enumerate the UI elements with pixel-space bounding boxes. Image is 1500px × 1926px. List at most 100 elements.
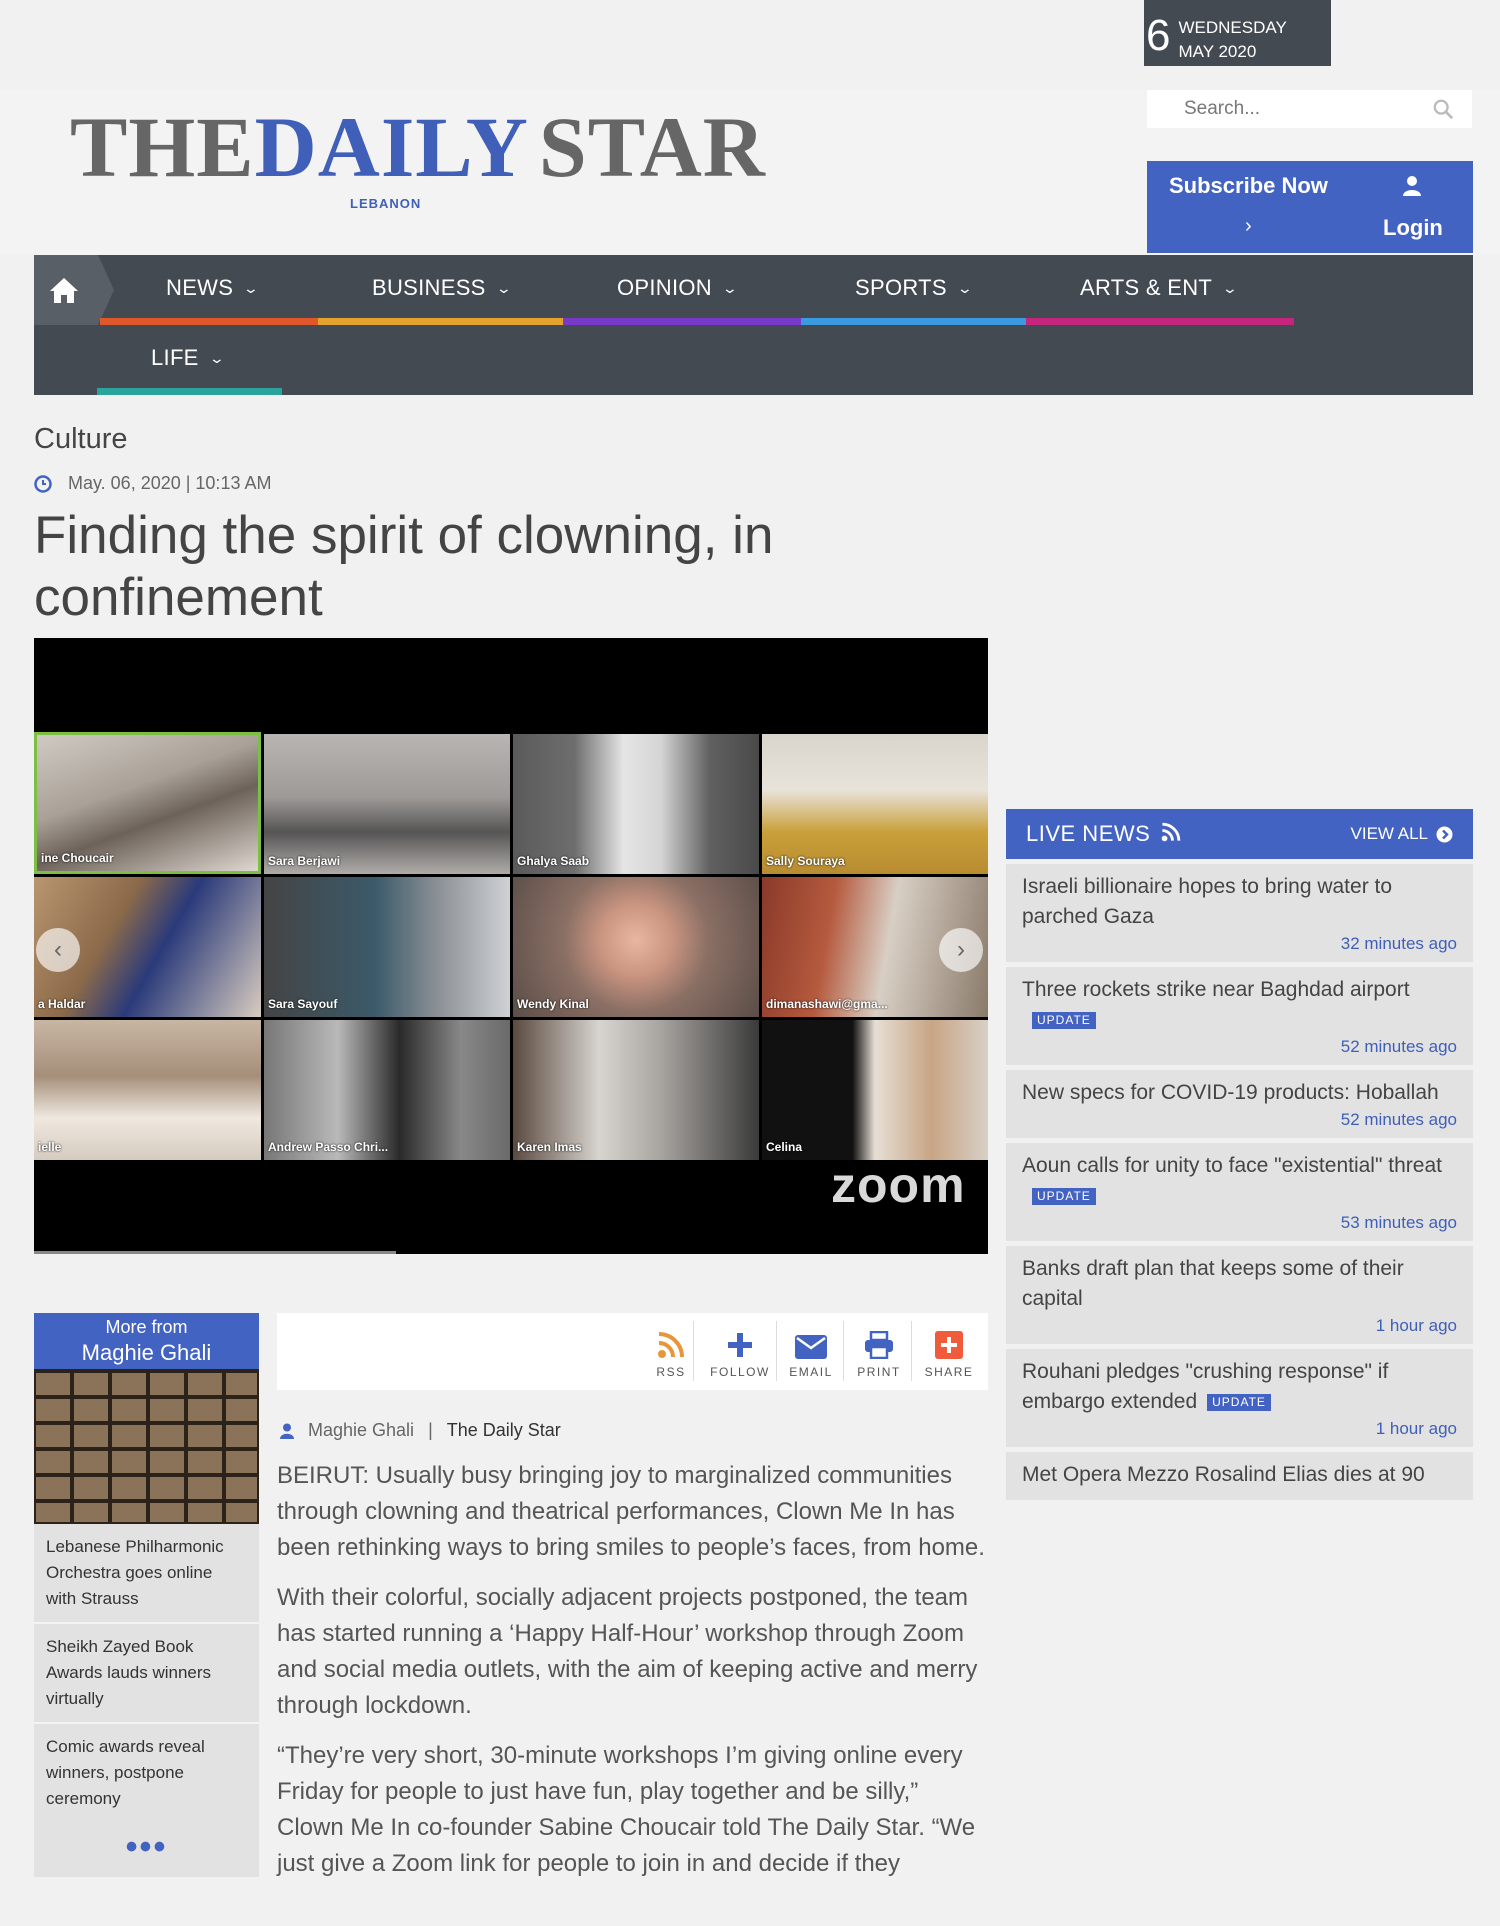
- photo-progress-bar: [34, 1251, 396, 1254]
- live-news-item[interactable]: Three rockets strike near Baghdad airpor…: [1006, 967, 1473, 1065]
- live-news-time: 52 minutes ago: [1340, 1110, 1457, 1129]
- subscribe-login-panel: Subscribe Now › Login: [1147, 161, 1473, 253]
- toolbar-divider: [911, 1321, 912, 1381]
- live-news-item[interactable]: New specs for COVID-19 products: Hoballa…: [1006, 1070, 1473, 1138]
- participant-name: Sara Berjawi: [268, 854, 341, 868]
- share-button[interactable]: SHARE: [917, 1323, 981, 1379]
- video-tile: Karen Imas: [513, 1020, 759, 1160]
- login-button[interactable]: Login: [1383, 215, 1443, 241]
- toolbar-divider: [693, 1321, 694, 1381]
- live-news-item[interactable]: Israeli billionaire hopes to bring water…: [1006, 864, 1473, 962]
- more-from-item[interactable]: Lebanese Philharmonic Orchestra goes onl…: [34, 1524, 259, 1624]
- article-paragraph: “They’re very short, 30-minute workshops…: [277, 1742, 976, 1877]
- nav-arts-ent-label: ARTS & ENT: [1080, 275, 1213, 300]
- nav-sports[interactable]: SPORTS ⌄: [855, 275, 973, 301]
- photo-prev-button[interactable]: ‹: [36, 928, 80, 972]
- rss-icon[interactable]: [1161, 822, 1181, 842]
- live-news-time: 1 hour ago: [1375, 1419, 1457, 1438]
- nav-opinion[interactable]: OPINION ⌄: [617, 275, 738, 301]
- article-paragraph: BEIRUT: Usually busy bringing joy to mar…: [277, 1462, 985, 1561]
- view-all-button[interactable]: VIEW ALL: [1351, 824, 1453, 844]
- video-tile: Sally Souraya: [762, 734, 988, 874]
- subscribe-chevron[interactable]: ›: [1245, 215, 1252, 238]
- follow-button[interactable]: FOLLOW: [702, 1323, 778, 1379]
- rss-icon: [658, 1332, 684, 1358]
- nav-business-label: BUSINESS: [372, 275, 486, 300]
- photo-next-button[interactable]: ›: [939, 928, 983, 972]
- live-news-item[interactable]: Banks draft plan that keeps some of thei…: [1006, 1246, 1473, 1344]
- orchestra-grid-image: [34, 1369, 259, 1524]
- live-news-headline: Banks draft plan that keeps some of thei…: [1022, 1257, 1404, 1310]
- article-category[interactable]: Culture: [34, 423, 128, 456]
- live-news-item[interactable]: Aoun calls for unity to face "existentia…: [1006, 1143, 1473, 1241]
- live-news-headline: New specs for COVID-19 products: Hoballa…: [1022, 1081, 1439, 1104]
- logo-daily: DAILY: [254, 99, 529, 195]
- toolbar-divider: [843, 1321, 844, 1381]
- video-tile: Andrew Passo Chri...: [264, 1020, 510, 1160]
- chevron-down-icon: ⌄: [495, 279, 513, 296]
- more-from-author-name[interactable]: Maghie Ghali: [34, 1340, 259, 1366]
- site-logo[interactable]: THEDAILY STAR LEBANON: [70, 104, 766, 211]
- plus-icon: [728, 1333, 752, 1357]
- video-tile: Ghalya Saab: [513, 734, 759, 874]
- participant-name: ine Choucair: [41, 851, 114, 865]
- share-plus-icon: [935, 1331, 963, 1359]
- video-tile: Celina: [762, 1020, 988, 1160]
- search-icon[interactable]: [1432, 98, 1454, 120]
- more-from-more-button[interactable]: •••: [34, 1828, 259, 1867]
- more-from-author: More from Maghie Ghali Lebanese Philharm…: [34, 1313, 259, 1877]
- nav-arts-ent-bar: [1026, 318, 1294, 325]
- more-from-item[interactable]: Sheikh Zayed Book Awards lauds winners v…: [34, 1624, 259, 1724]
- participant-name: dimanashawi@gma...: [766, 997, 888, 1011]
- user-icon[interactable]: [1402, 175, 1422, 197]
- live-news-title: LIVE NEWS: [1026, 821, 1151, 846]
- nav-arts-ent[interactable]: ARTS & ENT ⌄: [1080, 275, 1239, 301]
- participant-name: a Haldar: [38, 997, 86, 1011]
- arrow-circle-right-icon: [1436, 826, 1453, 842]
- search-input[interactable]: [1182, 97, 1432, 121]
- video-tile: Wendy Kinal: [513, 877, 759, 1017]
- nav-business[interactable]: BUSINESS ⌄: [372, 275, 513, 301]
- follow-label: FOLLOW: [710, 1365, 770, 1379]
- live-news-time: 1 hour ago: [1375, 1316, 1457, 1335]
- timestamp-text: May. 06, 2020 | 10:13 AM: [68, 473, 272, 493]
- nav-opinion-bar: [563, 318, 801, 325]
- article-paragraph: With their colorful, socially adjacent p…: [277, 1584, 978, 1719]
- rss-label: RSS: [656, 1365, 686, 1379]
- more-from-label: More from: [105, 1317, 188, 1337]
- share-label: SHARE: [924, 1365, 974, 1379]
- video-tile: Sara Sayouf: [264, 877, 510, 1017]
- print-button[interactable]: PRINT: [847, 1323, 911, 1379]
- chevron-down-icon: ⌄: [1221, 279, 1239, 296]
- logo-the: THE: [70, 99, 255, 195]
- author-name[interactable]: Maghie Ghali: [308, 1420, 414, 1441]
- live-news-item[interactable]: Rouhani pledges "crushing response" if e…: [1006, 1349, 1473, 1447]
- live-news-time: 53 minutes ago: [1340, 1213, 1457, 1232]
- live-news-headline: Aoun calls for unity to face "existentia…: [1022, 1154, 1442, 1177]
- article-photo: ine Choucair Sara Berjawi Ghalya Saab Sa…: [34, 638, 988, 1254]
- live-news-item[interactable]: Met Opera Mezzo Rosalind Elias dies at 9…: [1006, 1452, 1473, 1500]
- nav-life[interactable]: LIFE ⌄: [151, 345, 225, 371]
- clock-icon: [34, 474, 52, 493]
- nav-business-bar: [318, 318, 563, 325]
- nav-news[interactable]: NEWS ⌄: [166, 275, 259, 301]
- participant-name: ielle: [38, 1140, 62, 1154]
- nav-news-bar: [100, 318, 318, 325]
- orchestra-thumbnail[interactable]: [34, 1369, 259, 1524]
- more-from-item[interactable]: Comic awards reveal winners, postpone ce…: [34, 1724, 259, 1822]
- participant-name: Sara Sayouf: [268, 997, 338, 1011]
- date-day: 6: [1146, 11, 1171, 60]
- participant-name: Celina: [766, 1140, 803, 1154]
- logo-star: STAR: [538, 99, 766, 195]
- subscribe-button[interactable]: Subscribe Now: [1169, 173, 1328, 199]
- nav-life-label: LIFE: [151, 345, 199, 370]
- main-nav: NEWS ⌄ BUSINESS ⌄ OPINION ⌄ SPORTS ⌄ ARTS & …: [34, 255, 1473, 395]
- print-label: PRINT: [857, 1365, 901, 1379]
- participant-name: Sally Souraya: [766, 854, 845, 868]
- date-badge: 6 WEDNESDAY MAY 2020: [1144, 0, 1331, 66]
- participant-name: Andrew Passo Chri...: [268, 1140, 389, 1154]
- envelope-icon: [795, 1335, 827, 1359]
- email-button[interactable]: EMAIL: [779, 1323, 843, 1379]
- home-button[interactable]: [34, 255, 114, 325]
- printer-icon: [865, 1331, 893, 1359]
